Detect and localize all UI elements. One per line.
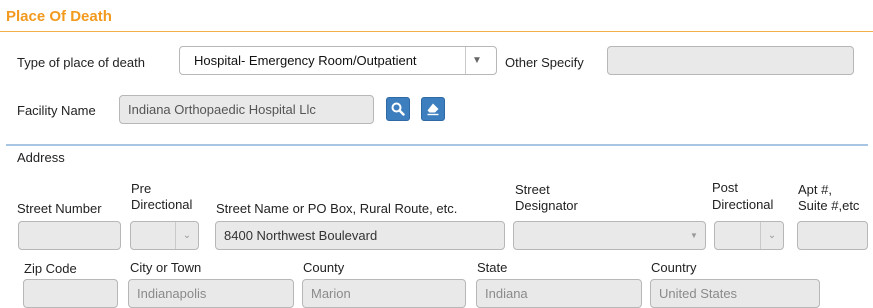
pre-directional-select[interactable]: ⌄ [130, 221, 199, 250]
apt-input[interactable] [797, 221, 868, 250]
section-title: Place Of Death [6, 8, 112, 25]
pre-directional-value [131, 222, 175, 249]
street-designator-label-1: Street [515, 182, 550, 197]
county-label: County [303, 260, 345, 275]
chevron-down-icon: ⌄ [760, 222, 783, 249]
city-input[interactable]: Indianapolis [128, 279, 294, 308]
pre-directional-label-2: Directional [131, 197, 193, 212]
street-designator-value [514, 222, 683, 249]
post-directional-label-1: Post [712, 180, 739, 195]
caret-down-icon: ▼ [690, 231, 698, 240]
city-label: City or Town [130, 260, 202, 275]
address-heading: Address [17, 150, 65, 165]
post-directional-label-2: Directional [712, 197, 774, 212]
pre-directional-label-1: Pre [131, 181, 152, 196]
country-label: Country [651, 260, 697, 275]
street-designator-select[interactable]: ▼ [513, 221, 706, 250]
eraser-icon [427, 103, 439, 116]
zip-code-input[interactable] [23, 279, 118, 308]
state-label: State [477, 260, 508, 275]
search-icon [391, 102, 405, 116]
place-type-label: Type of place of death [17, 55, 145, 70]
facility-search-button[interactable] [386, 97, 410, 121]
post-directional-value [715, 222, 760, 249]
street-name-label: Street Name or PO Box, Rural Route, etc. [216, 201, 458, 216]
address-divider [6, 144, 868, 146]
other-specify-input[interactable] [607, 46, 854, 75]
street-name-input[interactable]: 8400 Northwest Boulevard [215, 221, 505, 250]
section-divider [0, 31, 873, 32]
state-input[interactable]: Indiana [476, 279, 642, 308]
place-type-value: Hospital- Emergency Room/Outpatient [194, 53, 417, 68]
street-number-input[interactable] [18, 221, 121, 250]
chevron-down-icon: ⌄ [175, 222, 198, 249]
facility-name-input[interactable]: Indiana Orthopaedic Hospital Llc [119, 95, 374, 124]
facility-clear-button[interactable] [421, 97, 445, 121]
county-input[interactable]: Marion [302, 279, 466, 308]
place-type-select[interactable]: Hospital- Emergency Room/Outpatient ▼ [179, 46, 497, 75]
zip-code-label: Zip Code [24, 261, 77, 276]
post-directional-select[interactable]: ⌄ [714, 221, 784, 250]
apt-label-2: Suite #,etc [798, 198, 860, 213]
street-designator-label-2: Designator [515, 198, 578, 213]
country-input[interactable]: United States [650, 279, 820, 308]
other-specify-label: Other Specify [505, 55, 584, 70]
apt-label-1: Apt #, [798, 182, 832, 197]
chevron-down-icon: ▼ [465, 47, 488, 74]
facility-name-label: Facility Name [17, 103, 96, 118]
street-number-label: Street Number [17, 201, 102, 216]
